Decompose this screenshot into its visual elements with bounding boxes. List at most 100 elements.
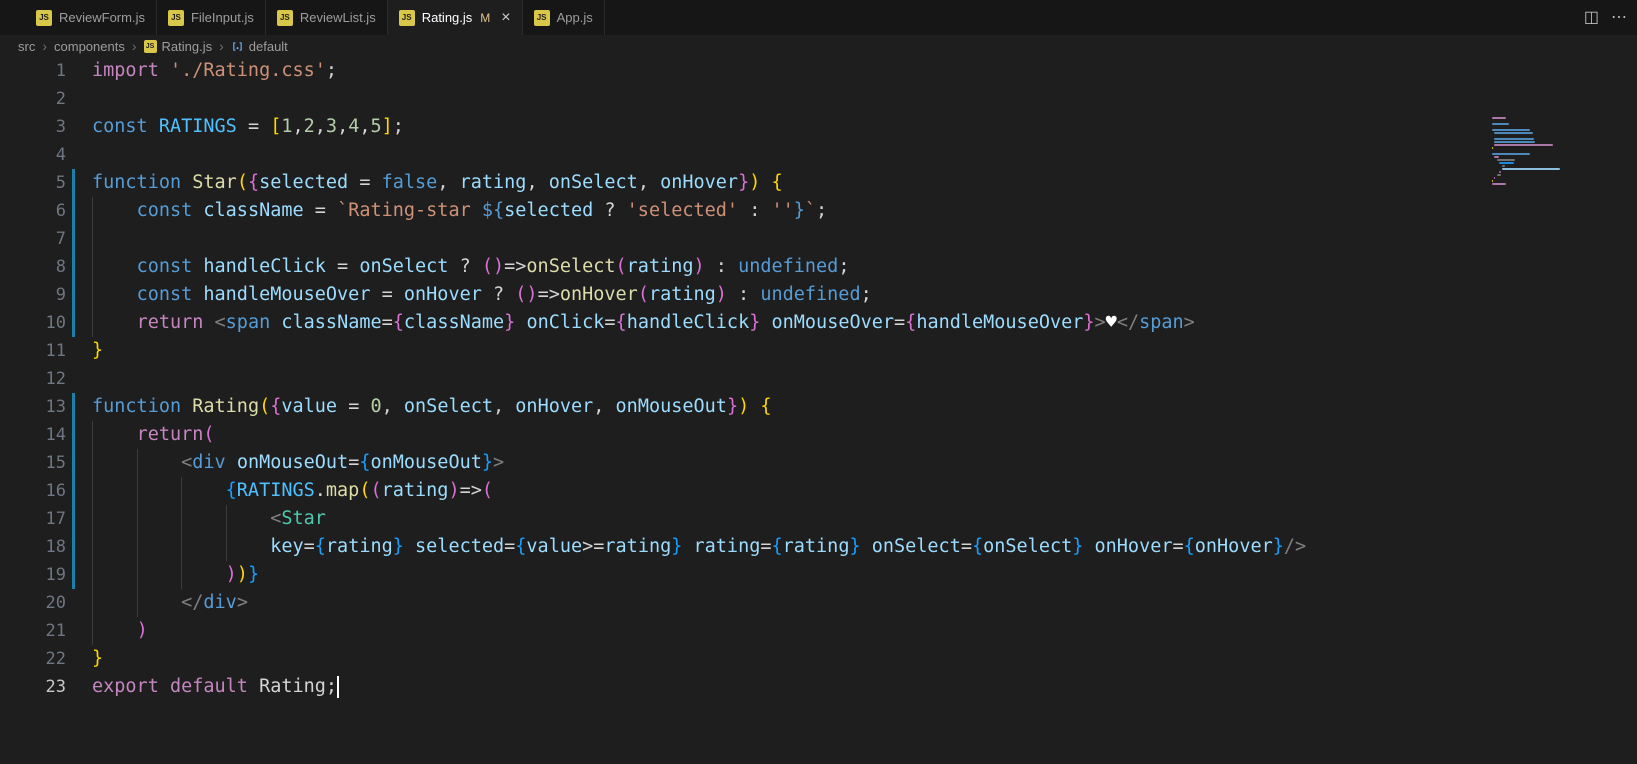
code-line[interactable]: 5 function Star({selected = false, rating… [0,169,1637,197]
code-token: < [270,508,282,529]
code-token: 2 [303,116,315,137]
breadcrumb-item-src[interactable]: src [18,39,35,54]
symbol-variable-icon [231,40,244,53]
code-token: map [325,480,360,501]
line-number: 5 [55,173,66,193]
code-token: function [92,172,193,193]
git-change-bar [72,169,75,197]
breadcrumb-item-default[interactable]: default [231,39,288,54]
code-token: 4 [348,116,360,137]
code-token: onHover [660,172,739,193]
code-token: = [1172,536,1184,557]
code-line[interactable]: 10 return <span className={className} on… [0,309,1637,337]
code-token: onMouseOut [370,452,482,473]
split-editor-icon[interactable]: ◫ [1584,9,1599,26]
tab-fileinput-js[interactable]: JS FileInput.js [156,0,266,35]
more-actions-icon[interactable]: ⋯ [1611,9,1627,26]
js-file-icon: JS [167,9,184,26]
code-token: , [292,116,304,137]
minimap-line [1494,138,1535,140]
code-token: ( [236,172,248,193]
minimap-line [1501,168,1560,170]
breadcrumb-label: src [18,38,36,54]
close-icon[interactable]: × [501,9,510,26]
breadcrumb-label: Rating.js [161,38,213,54]
minimap-line [1492,117,1506,119]
code-token: key [270,536,304,557]
code-line[interactable]: 2 [0,85,1637,113]
js-file-icon: JS [533,9,550,26]
js-file-icon: JS [36,9,52,26]
code-token: ; [325,60,338,81]
code-line[interactable]: 3 const RATINGS = [1,2,3,4,5]; [0,113,1637,141]
code-line[interactable]: 1 import './Rating.css'; [0,57,1637,85]
code-token: ; [860,284,872,305]
code-token: { [359,452,371,473]
code-token: 5 [370,116,382,137]
code-token: } [1272,536,1284,557]
tab-label: FileInput.js [190,10,254,25]
indent-guide [92,561,93,589]
line-number: 2 [55,89,66,109]
minimap-line [1492,183,1506,185]
code-token: handleClick [203,256,338,277]
line-number: 1 [55,61,66,81]
code-line[interactable]: 4 [0,141,1637,169]
breadcrumb-item-rating-js[interactable]: JS Rating.js [143,38,213,54]
code-token: onSelect [403,396,494,417]
code-token: , [637,172,661,193]
code-token: > [236,592,248,613]
tab-app-js[interactable]: JS App.js [522,0,605,35]
code-token: rating [325,536,393,557]
code-line[interactable]: 7 [0,225,1637,253]
indent-guide [92,449,93,477]
indent-guide [136,449,138,477]
code-token: rating [381,480,449,501]
code-token: span [225,312,282,333]
code-token: > [1183,312,1195,333]
indent-guide [136,589,138,617]
tab-rating-js[interactable]: JS Rating.js M × [387,0,523,35]
indent-guide [92,225,93,253]
code-token: onSelect [548,172,638,193]
code-token: } [726,396,739,417]
tab-reviewform-js[interactable]: JS ReviewForm.js [25,0,157,35]
line-number: 17 [45,509,66,529]
indent-guide [136,561,138,589]
breadcrumb-separator: › [42,38,48,54]
code-line[interactable]: 8 const handleClick = onSelect ? ()=>onS… [0,253,1637,281]
code-token: ) [693,256,705,277]
code-token: './Rating.css' [169,60,326,81]
code-line[interactable]: 6 const className = `Rating-star ${selec… [0,197,1637,225]
code-line[interactable]: 17 <Star [0,505,1637,533]
code-line[interactable]: 13 function Rating({value = 0, onSelect, … [0,393,1637,421]
code-line[interactable]: 18 key={rating} selected={value>=rating}… [0,533,1637,561]
code-line[interactable]: 21 ) [0,617,1637,645]
code-token: rating [648,284,716,305]
code-line[interactable]: 23 export default Rating; [0,673,1637,701]
code-line[interactable]: 12 [0,365,1637,393]
vscode-window: JS ReviewForm.js JS FileInput.js JS ReviewLis… [0,0,1637,764]
code-token: ) [136,620,148,641]
code-line[interactable]: 15 <div onMouseOut={onMouseOut}> [0,449,1637,477]
code-token: { [760,396,772,417]
code-token: '' [771,200,794,221]
breadcrumb-item-components[interactable]: components [54,39,125,54]
code-line[interactable]: 20 </div> [0,589,1637,617]
code-line[interactable]: 9 const handleMouseOver = onHover ? ()=>… [0,281,1637,309]
code-line[interactable]: 14 return( [0,421,1637,449]
tab-reviewlist-js[interactable]: JS ReviewList.js [265,0,388,35]
code-line[interactable]: 22} [0,645,1637,673]
code-token: { [314,536,326,557]
code-token: { [615,312,627,333]
code-line[interactable]: 11} [0,337,1637,365]
minimap[interactable] [1492,117,1568,186]
code-line[interactable]: 16 {RATINGS.map((rating)=>( [0,477,1637,505]
line-number: 18 [45,537,66,557]
editor-actions: ◫ ⋯ [1584,0,1627,35]
code-line[interactable]: 19 ))} [0,561,1637,589]
code-token: rating [693,536,761,557]
code-token: = [760,536,772,557]
minimap-line [1492,180,1493,182]
